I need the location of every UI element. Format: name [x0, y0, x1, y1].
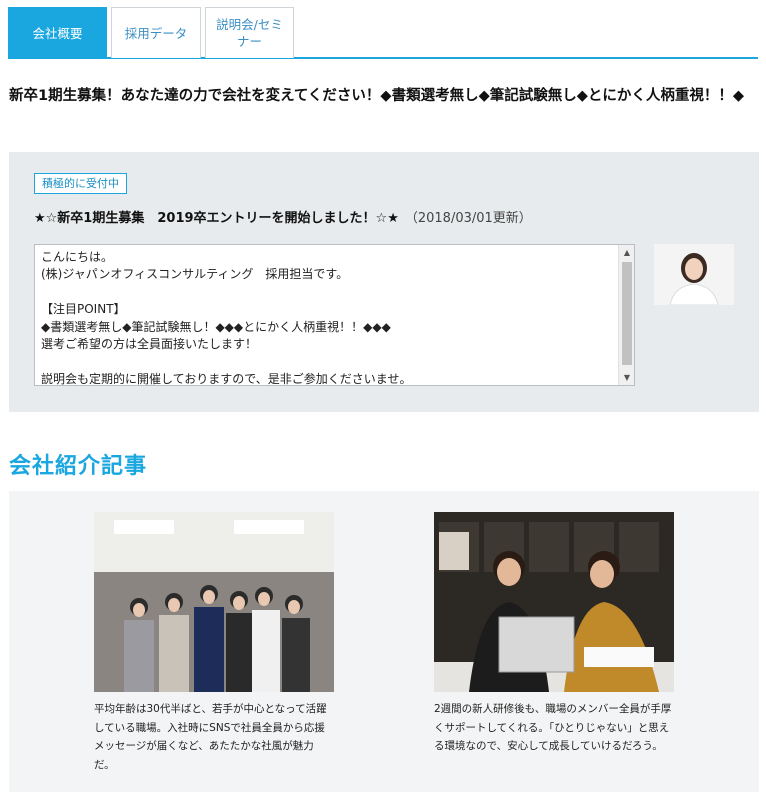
article-card[interactable]: 平均年齢は30代半ばと、若手が中心となって活躍している職場。入社時にSNSで社員…: [94, 512, 334, 774]
article-photo-mentoring[interactable]: [434, 512, 674, 692]
recruiter-message: こんにちは。 (株)ジャパンオフィスコンサルティング 採用担当です。 【注目PO…: [41, 250, 412, 386]
tab-company-overview[interactable]: 会社概要: [8, 7, 107, 58]
scroll-down-arrow-icon[interactable]: ▼: [619, 370, 634, 385]
article-caption: 平均年齢は30代半ばと、若手が中心となって活躍している職場。入社時にSNSで社員…: [94, 703, 327, 771]
recruiter-avatar: [654, 244, 734, 305]
recruiter-message-box[interactable]: こんにちは。 (株)ジャパンオフィスコンサルティング 採用担当です。 【注目PO…: [34, 244, 635, 386]
scroll-thumb[interactable]: [622, 262, 632, 365]
message-scrollbar[interactable]: ▲ ▼: [618, 245, 634, 385]
article-photo-team[interactable]: [94, 512, 334, 692]
scroll-up-arrow-icon[interactable]: ▲: [619, 245, 634, 260]
updated-date: （2018/03/01更新）: [404, 211, 532, 226]
section-title: 会社紹介記事: [9, 454, 148, 479]
entry-title: ★☆新卒1期生募集 2019卒エントリーを開始しました！☆★ （2018/03/0…: [34, 207, 532, 226]
tab-bar: 会社概要 採用データ 説明会/セミナー: [8, 7, 758, 59]
entry-title-text: ★☆新卒1期生募集 2019卒エントリーを開始しました！☆★: [34, 211, 399, 226]
tab-seminar[interactable]: 説明会/セミナー: [205, 7, 294, 58]
articles-panel: 平均年齢は30代半ばと、若手が中心となって活躍している職場。入社時にSNSで社員…: [9, 491, 759, 792]
status-badge: 積極的に受付中: [34, 173, 127, 194]
recruit-headline: 新卒1期生募集！あなた達の力で会社を変えてください！◆書類選考無し◆筆記試験無し…: [9, 88, 745, 104]
recruit-panel: 積極的に受付中 ★☆新卒1期生募集 2019卒エントリーを開始しました！☆★ （2…: [9, 152, 759, 412]
article-caption: 2週間の新人研修後も、職場のメンバー全員が手厚くサポートしてくれる。「ひとりじゃ…: [434, 703, 672, 752]
tab-recruit-data[interactable]: 採用データ: [111, 7, 201, 58]
article-card[interactable]: 2週間の新人研修後も、職場のメンバー全員が手厚くサポートしてくれる。「ひとりじゃ…: [434, 512, 674, 756]
